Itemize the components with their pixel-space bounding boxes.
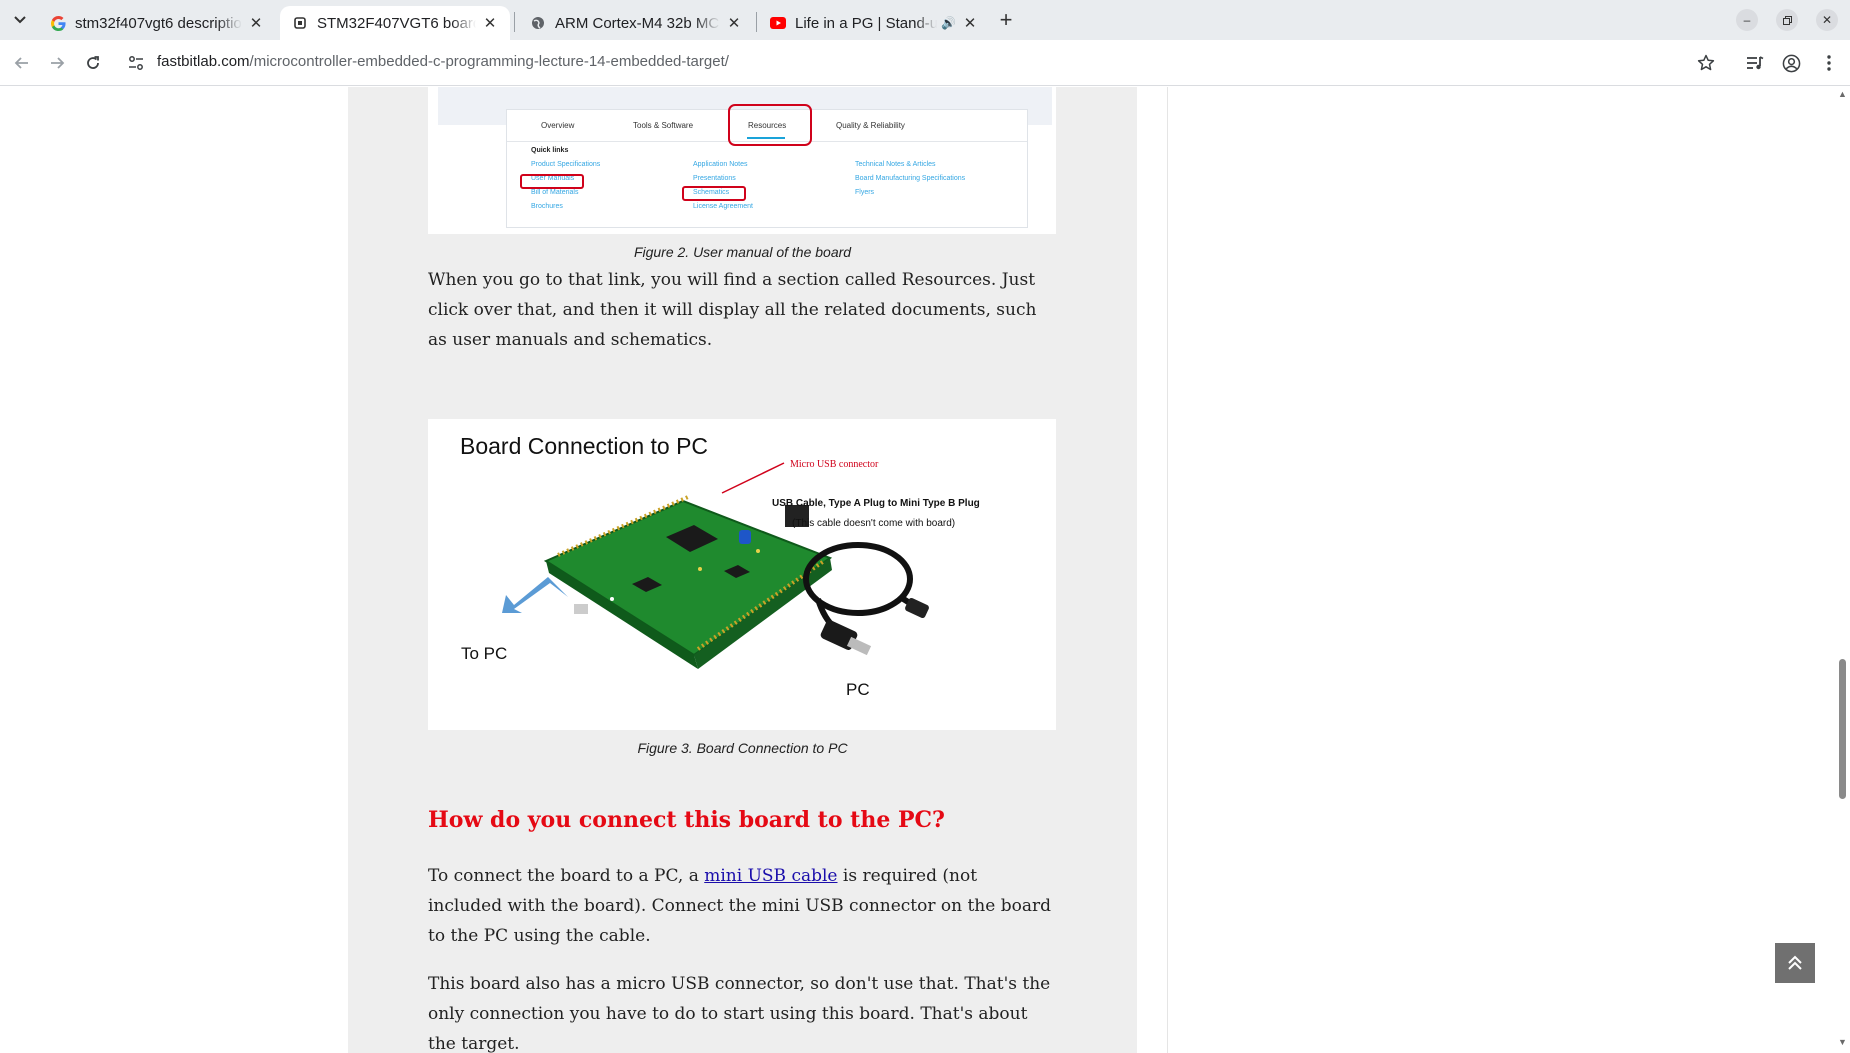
close-window-icon[interactable]: ✕ — [1816, 9, 1838, 31]
tab-title: Life in a PG | Stand-up Comedy — [795, 14, 938, 32]
tab-strip: stm32f407vgt6 description ✕ STM32F407VGT… — [0, 0, 1850, 40]
tab-title: stm32f407vgt6 description — [75, 14, 242, 32]
back-arrow-icon[interactable] — [10, 51, 34, 75]
close-tab-icon[interactable]: ✕ — [962, 15, 978, 32]
link-presentations: Presentations — [693, 175, 736, 182]
mini-tab-tools: Tools & Software — [633, 121, 694, 130]
chip-icon — [292, 15, 308, 31]
forward-arrow-icon[interactable] — [45, 51, 69, 75]
label-to-pc: To PC — [461, 644, 508, 663]
scroll-up-arrow-icon[interactable]: ▲ — [1838, 89, 1847, 99]
scrollbar-thumb[interactable] — [1839, 659, 1846, 799]
article-column: Overview Tools & Software Resources Qual… — [348, 87, 1137, 1053]
figure-3-caption: Figure 3. Board Connection to PC — [637, 740, 848, 756]
browser-toolbar: fastbitlab.com/microcontroller-embedded-… — [0, 40, 1850, 86]
link-bill-of-materials: Bill of Materials — [531, 189, 579, 196]
figure-board-connection-image: Board Connection to PC Micro USB connect… — [428, 419, 1056, 730]
highlight-schematics — [682, 186, 746, 201]
section-heading: How do you connect this board to the PC? — [428, 807, 945, 833]
tab-title: STM32F407VGT6 board | FastBit — [317, 14, 476, 32]
link-technical-notes: Technical Notes & Articles — [855, 161, 936, 168]
mini-tab-overview: Overview — [541, 121, 575, 130]
back-to-top-button[interactable] — [1775, 943, 1815, 983]
tab-fastbit-active[interactable]: STM32F407VGT6 board | FastBit ✕ — [280, 6, 510, 40]
minimize-icon[interactable]: – — [1736, 9, 1758, 31]
restore-icon[interactable] — [1776, 9, 1798, 31]
globe-icon — [530, 15, 546, 31]
paragraph-text: To connect the board to a PC, a — [428, 866, 705, 886]
scroll-down-arrow-icon[interactable]: ▼ — [1838, 1037, 1847, 1047]
close-tab-icon[interactable]: ✕ — [248, 15, 264, 32]
figure-title-board-connection: Board Connection to PC — [460, 433, 709, 459]
close-tab-icon[interactable]: ✕ — [482, 15, 498, 32]
tab-youtube[interactable]: Life in a PG | Stand-up Comedy 🔊 ✕ — [758, 6, 990, 40]
site-info-tune-icon[interactable] — [126, 53, 146, 73]
link-product-specs: Product Specifications — [531, 161, 601, 168]
double-chevron-up-icon — [1788, 955, 1802, 970]
label-micro-usb: Micro USB connector — [790, 459, 879, 470]
new-tab-plus-icon[interactable]: + — [994, 7, 1018, 32]
mini-usb-cable-link[interactable]: mini USB cable — [704, 866, 837, 886]
tab-google-search[interactable]: stm32f407vgt6 description ✕ — [38, 6, 276, 40]
youtube-icon — [770, 15, 786, 31]
close-tab-icon[interactable]: ✕ — [726, 15, 742, 32]
paragraph-micro-usb: This board also has a micro USB connecto… — [428, 974, 1051, 1053]
url-host: fastbitlab.com — [157, 53, 250, 70]
link-board-manufacturing: Board Manufacturing Specifications — [855, 175, 966, 182]
link-flyers: Flyers — [855, 189, 875, 196]
reload-icon[interactable] — [81, 51, 105, 75]
paragraph-connect: To connect the board to a PC, a mini USB… — [428, 861, 1056, 951]
paragraph-resources: When you go to that link, you will find … — [428, 270, 1037, 350]
tab-title: ARM Cortex-M4 32b MCU+FPU — [555, 14, 720, 32]
kebab-menu-icon[interactable] — [1817, 51, 1841, 75]
figure-2-caption: Figure 2. User manual of the board — [633, 244, 852, 260]
sidebar-divider — [1167, 87, 1168, 1053]
mini-tab-quality: Quality & Reliability — [836, 121, 905, 130]
speaker-icon[interactable]: 🔊 — [941, 16, 956, 30]
figure-user-manual-image: Overview Tools & Software Resources Qual… — [428, 87, 1056, 234]
tab-arm-cortex[interactable]: ARM Cortex-M4 32b MCU+FPU ✕ — [518, 6, 754, 40]
label-pc: PC — [846, 680, 870, 699]
tab-separator — [514, 12, 515, 32]
address-bar[interactable]: fastbitlab.com/microcontroller-embedded-… — [157, 53, 729, 70]
tab-search-chevron-icon[interactable] — [8, 8, 32, 32]
highlight-resources — [728, 104, 812, 146]
bookmark-star-icon[interactable] — [1694, 51, 1718, 75]
label-usb-cable: USB Cable, Type A Plug to Mini Type B Pl… — [772, 498, 980, 509]
link-brochures: Brochures — [531, 203, 563, 210]
page-scrollbar[interactable]: ▲ ▼ — [1835, 87, 1850, 1053]
link-application-notes: Application Notes — [693, 161, 748, 168]
label-cable-note: (This cable doesn't come with board) — [792, 518, 956, 529]
google-g-icon — [50, 15, 66, 31]
tab-separator — [756, 12, 757, 32]
highlight-user-manuals — [520, 174, 584, 189]
page-viewport: Overview Tools & Software Resources Qual… — [0, 87, 1850, 1053]
url-path: /microcontroller-embedded-c-programming-… — [249, 53, 729, 70]
quick-links-title: Quick links — [531, 147, 569, 154]
board-connection-illustration — [502, 462, 929, 669]
media-playlist-icon[interactable] — [1743, 51, 1767, 75]
profile-avatar-icon[interactable] — [1779, 51, 1803, 75]
link-license-agreement: License Agreement — [693, 203, 753, 210]
